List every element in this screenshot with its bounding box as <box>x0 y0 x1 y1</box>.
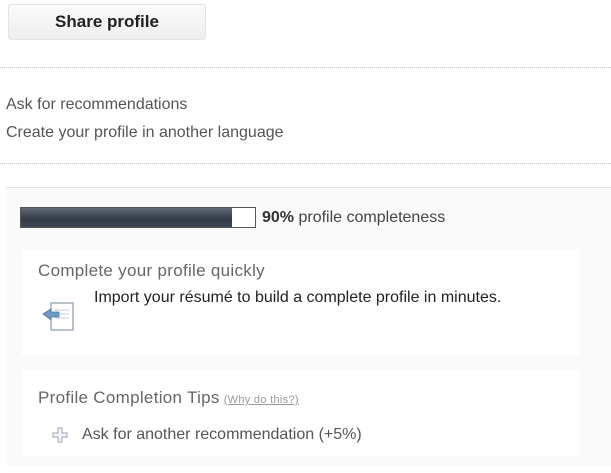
complete-quickly-title: Complete your profile quickly <box>38 261 265 280</box>
document-import-icon <box>42 302 74 331</box>
progress-fill <box>21 208 232 227</box>
tip-item-recommendation[interactable]: Ask for another recommendation (+5%) <box>52 426 362 444</box>
divider <box>0 163 611 164</box>
plus-icon <box>52 427 68 443</box>
share-profile-button[interactable]: Share profile <box>8 4 206 40</box>
progress-percent: 90% <box>262 208 295 226</box>
completion-tips-title: Profile Completion Tips (Why do this?) <box>38 388 299 408</box>
tip-item-label: Ask for another recommendation (+5%) <box>82 426 362 443</box>
progress-bar <box>20 207 256 228</box>
import-resume-link[interactable]: Import your résumé to build a complete p… <box>94 287 574 309</box>
divider <box>0 67 611 68</box>
why-do-this-link[interactable]: (Why do this?) <box>224 394 299 406</box>
completion-tips-heading: Profile Completion Tips <box>38 388 220 407</box>
progress-text: profile completeness <box>298 208 446 226</box>
complete-quickly-card: Complete your profile quickly Import you… <box>22 249 580 355</box>
progress-label: 90% profile completeness <box>262 209 445 227</box>
profile-completeness-meter: 90% profile completeness <box>20 207 445 228</box>
other-language-link[interactable]: Create your profile in another language <box>6 124 284 142</box>
ask-recommendations-link[interactable]: Ask for recommendations <box>6 96 187 114</box>
